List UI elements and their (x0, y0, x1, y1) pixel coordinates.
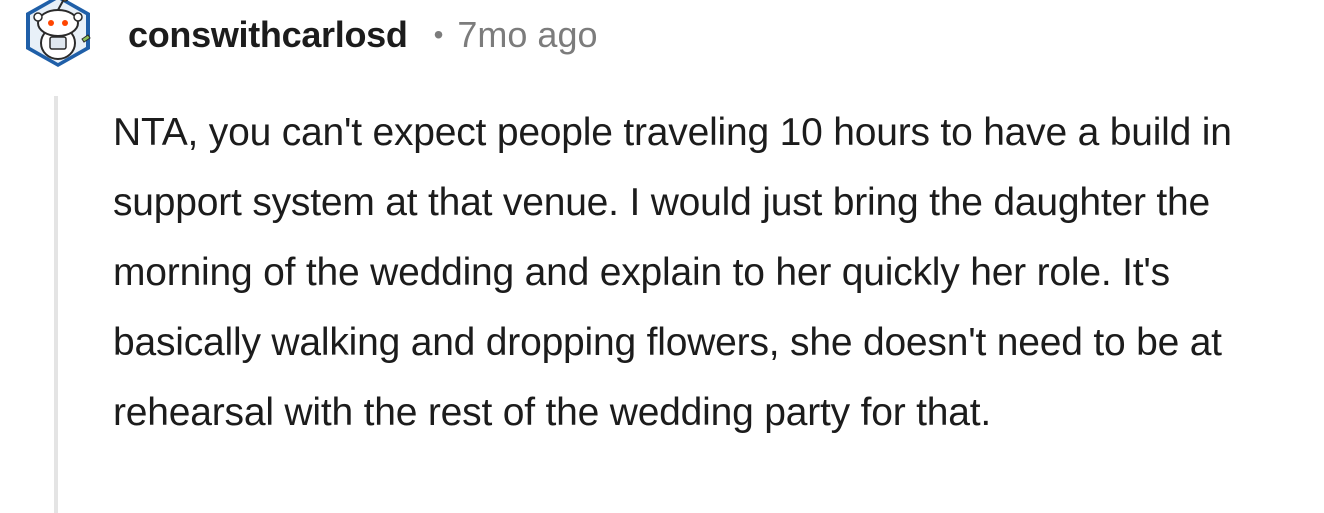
meta-separator: • (433, 19, 444, 50)
comment-body: NTA, you can't expect people traveling 1… (113, 111, 1232, 434)
timestamp: 7mo ago (457, 14, 598, 55)
thread-line[interactable] (54, 96, 58, 513)
comment-card: conswithcarlosd • 7mo ago NTA, you can't… (0, 0, 1324, 513)
comment-header: conswithcarlosd • 7mo ago (20, 0, 598, 70)
username-link[interactable]: conswithcarlosd (128, 14, 408, 56)
reddit-snoo-avatar-icon[interactable] (20, 0, 96, 69)
